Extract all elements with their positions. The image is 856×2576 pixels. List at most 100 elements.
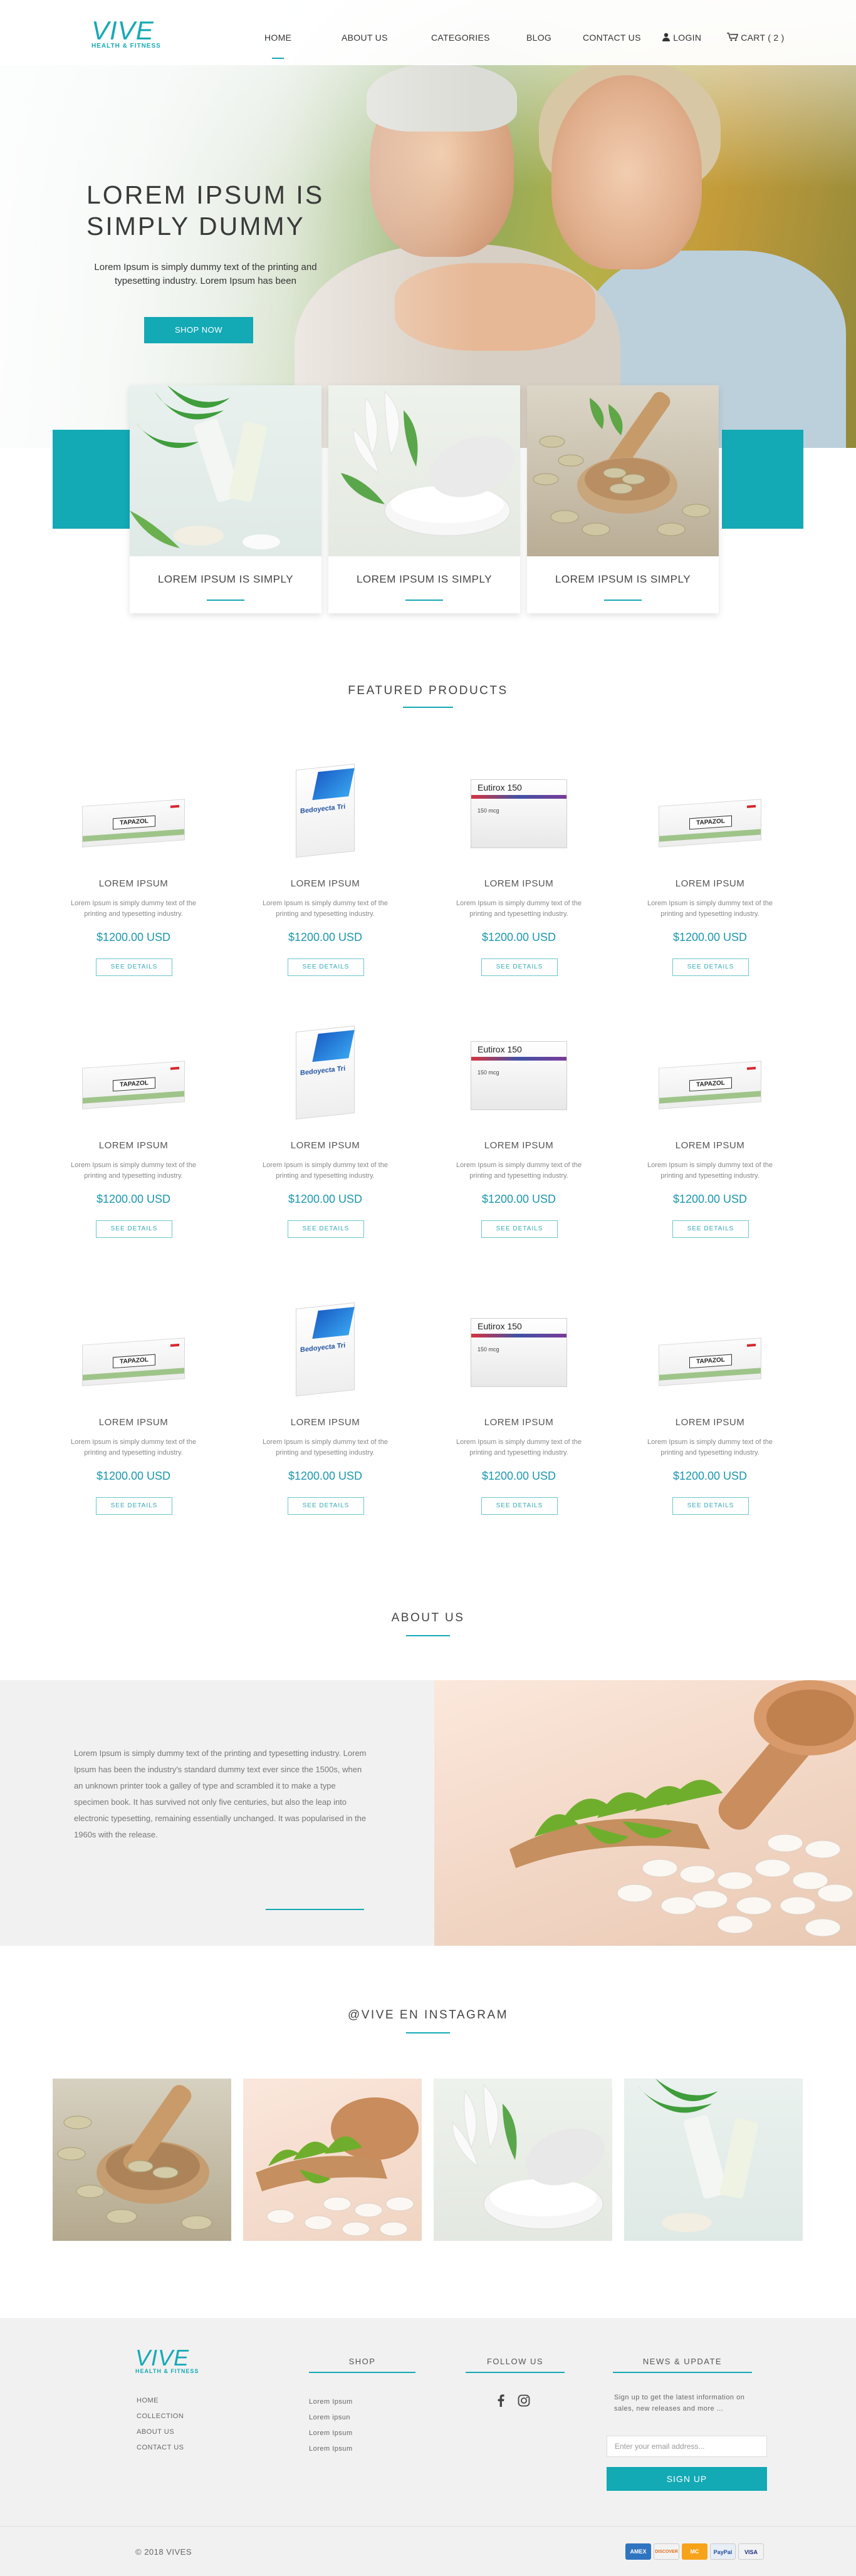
nav-home[interactable]: HOME [264, 33, 291, 59]
product-card[interactable]: Eutirox 150 150 mcg LOREM IPSUM Lorem Ipsum… [441, 1301, 597, 1551]
instagram-title: @VIVE EN INSTAGRAM [347, 2008, 509, 2022]
logo-word: VIVE [91, 16, 154, 45]
see-details-button[interactable]: SEE DETAILS [481, 1220, 558, 1238]
see-details-button[interactable]: SEE DETAILS [672, 1497, 749, 1515]
product-card[interactable]: Bedoyecta Tri LOREM IPSUM Lorem Ipsum is s… [247, 1301, 404, 1551]
paypal-icon: PayPal [710, 2543, 736, 2560]
capsules-illustration [533, 392, 711, 536]
product-image[interactable]: TAPAZOL [632, 1301, 788, 1407]
product-name: LOREM IPSUM [98, 1417, 169, 1428]
footer-shop-link[interactable]: Lorem Ipsum [309, 2445, 353, 2453]
instagram-icon[interactable] [518, 2394, 530, 2407]
product-name: LOREM IPSUM [484, 1417, 554, 1428]
see-details-button[interactable]: SEE DETAILS [288, 958, 364, 976]
product-image[interactable]: Bedoyecta Tri [247, 1301, 404, 1407]
instagram-photo[interactable] [53, 2079, 231, 2241]
product-image[interactable]: Eutirox 150 150 mcg [441, 1024, 597, 1130]
feature-card-label: LOREM IPSUM IS SIMPLY [555, 573, 691, 585]
amex-icon: AMEX [625, 2543, 651, 2560]
about-text: Lorem Ipsum is simply dummy text of the … [74, 1748, 367, 1839]
product-description: Lorem Ipsum is simply dummy text of the … [71, 900, 196, 918]
instagram-photo[interactable] [434, 2079, 612, 2241]
product-description: Lorem Ipsum is simply dummy text of the … [456, 1161, 582, 1180]
herbal-tablets-illustration [509, 1680, 856, 1937]
see-details-button[interactable]: SEE DETAILS [96, 1497, 172, 1515]
login-link[interactable]: LOGIN [662, 33, 701, 43]
see-details-button[interactable]: SEE DETAILS [481, 1497, 558, 1515]
product-card[interactable]: TAPAZOL LOREM IPSUM Lorem Ipsum is simply … [55, 1024, 212, 1274]
footer-news-title: NEWS & UPDATE [642, 2357, 723, 2366]
see-details-button[interactable]: SEE DETAILS [288, 1497, 364, 1515]
feature-card[interactable]: LOREM IPSUM IS SIMPLY [527, 385, 719, 613]
footer-link-home[interactable]: HOME [137, 2397, 159, 2404]
discover-icon: DISCOVER [654, 2543, 679, 2560]
product-name: LOREM IPSUM [484, 1140, 554, 1151]
product-card[interactable]: Eutirox 150 150 mcg LOREM IPSUM Lorem Ipsum… [441, 1024, 597, 1274]
product-description: Lorem Ipsum is simply dummy text of the … [263, 1438, 388, 1457]
product-card[interactable]: TAPAZOL LOREM IPSUM Lorem Ipsum is simply … [632, 762, 788, 1012]
user-icon [662, 33, 670, 41]
product-box-image: Eutirox 150 150 mcg [471, 1318, 567, 1387]
product-image[interactable]: TAPAZOL [55, 1301, 212, 1407]
product-name: LOREM IPSUM [290, 878, 360, 889]
product-image[interactable]: TAPAZOL [55, 1024, 212, 1130]
footer-link-contact-us[interactable]: CONTACT US [137, 2444, 184, 2451]
nav-contact-us[interactable]: CONTACT US [583, 33, 641, 43]
product-price: $1200.00 USD [96, 931, 171, 943]
see-details-button[interactable]: SEE DETAILS [672, 1220, 749, 1238]
instagram-photo[interactable] [624, 2079, 803, 2241]
feature-card-label: LOREM IPSUM IS SIMPLY [356, 573, 493, 585]
product-card[interactable]: TAPAZOL LOREM IPSUM Lorem Ipsum is simply … [55, 762, 212, 1012]
product-card[interactable]: Bedoyecta Tri LOREM IPSUM Lorem Ipsum is s… [247, 762, 404, 1012]
nav-categories[interactable]: CATEGORIES [431, 33, 490, 43]
mastercard-icon: MC [682, 2543, 707, 2560]
feature-card-image [527, 385, 719, 556]
product-description: Lorem Ipsum is simply dummy text of the … [456, 900, 582, 918]
product-box-image: Bedoyecta Tri [296, 1302, 355, 1396]
product-name: LOREM IPSUM [675, 878, 745, 889]
facebook-icon[interactable] [497, 2394, 504, 2407]
cream-jar-illustration [341, 390, 515, 536]
product-image[interactable]: Bedoyecta Tri [247, 762, 404, 868]
product-description: Lorem Ipsum is simply dummy text of the … [647, 1161, 773, 1180]
sign-up-button[interactable]: SIGN UP [607, 2467, 767, 2491]
footer-logo[interactable]: VIVE HEALTH & FITNESS [135, 2347, 199, 2375]
see-details-button[interactable]: SEE DETAILS [288, 1220, 364, 1238]
product-price: $1200.00 USD [288, 1470, 363, 1482]
product-name: LOREM IPSUM [675, 1417, 745, 1428]
nav-blog[interactable]: BLOG [526, 33, 551, 43]
footer-link-about-us[interactable]: ABOUT US [137, 2428, 174, 2436]
product-image[interactable]: TAPAZOL [632, 762, 788, 868]
product-price: $1200.00 USD [672, 931, 748, 943]
see-details-button[interactable]: SEE DETAILS [481, 958, 558, 976]
shop-now-button[interactable]: SHOP NOW [144, 317, 253, 343]
feature-card[interactable]: LOREM IPSUM IS SIMPLY [130, 385, 321, 613]
email-input[interactable]: Enter your email address... [607, 2436, 767, 2457]
instagram-photo[interactable] [243, 2079, 422, 2241]
product-image[interactable]: Eutirox 150 150 mcg [441, 1301, 597, 1407]
product-image[interactable]: Eutirox 150 150 mcg [441, 762, 597, 868]
product-card[interactable]: TAPAZOL LOREM IPSUM Lorem Ipsum is simply … [55, 1301, 212, 1551]
about-image [434, 1680, 856, 1946]
product-card[interactable]: Bedoyecta Tri LOREM IPSUM Lorem Ipsum is s… [247, 1024, 404, 1274]
product-box-image: TAPAZOL [82, 1061, 185, 1109]
logo[interactable]: VIVE HEALTH & FITNESS [91, 16, 161, 50]
product-image[interactable]: TAPAZOL [55, 762, 212, 868]
product-image[interactable]: Bedoyecta Tri [247, 1024, 404, 1130]
see-details-button[interactable]: SEE DETAILS [96, 958, 172, 976]
product-card[interactable]: Eutirox 150 150 mcg LOREM IPSUM Lorem Ipsum… [441, 762, 597, 1012]
product-card[interactable]: TAPAZOL LOREM IPSUM Lorem Ipsum is simply … [632, 1301, 788, 1551]
nav-about-us[interactable]: ABOUT US [342, 33, 388, 43]
feature-card-image [130, 385, 321, 556]
footer-shop-link[interactable]: Lorem Ipsum [309, 2398, 353, 2406]
product-image[interactable]: TAPAZOL [632, 1024, 788, 1130]
cart-link[interactable]: CART ( 2 ) [727, 33, 785, 43]
footer-shop-link[interactable]: Lorem Ipsum [309, 2429, 353, 2437]
footer-news-text: Sign up to get the latest information on… [614, 2394, 745, 2412]
see-details-button[interactable]: SEE DETAILS [96, 1220, 172, 1238]
footer-shop-link[interactable]: Lorem ipsun [309, 2414, 350, 2421]
product-card[interactable]: TAPAZOL LOREM IPSUM Lorem Ipsum is simply … [632, 1024, 788, 1274]
feature-card[interactable]: LOREM IPSUM IS SIMPLY [328, 385, 520, 613]
footer-link-collection[interactable]: COLLECTION [137, 2412, 184, 2420]
see-details-button[interactable]: SEE DETAILS [672, 958, 749, 976]
